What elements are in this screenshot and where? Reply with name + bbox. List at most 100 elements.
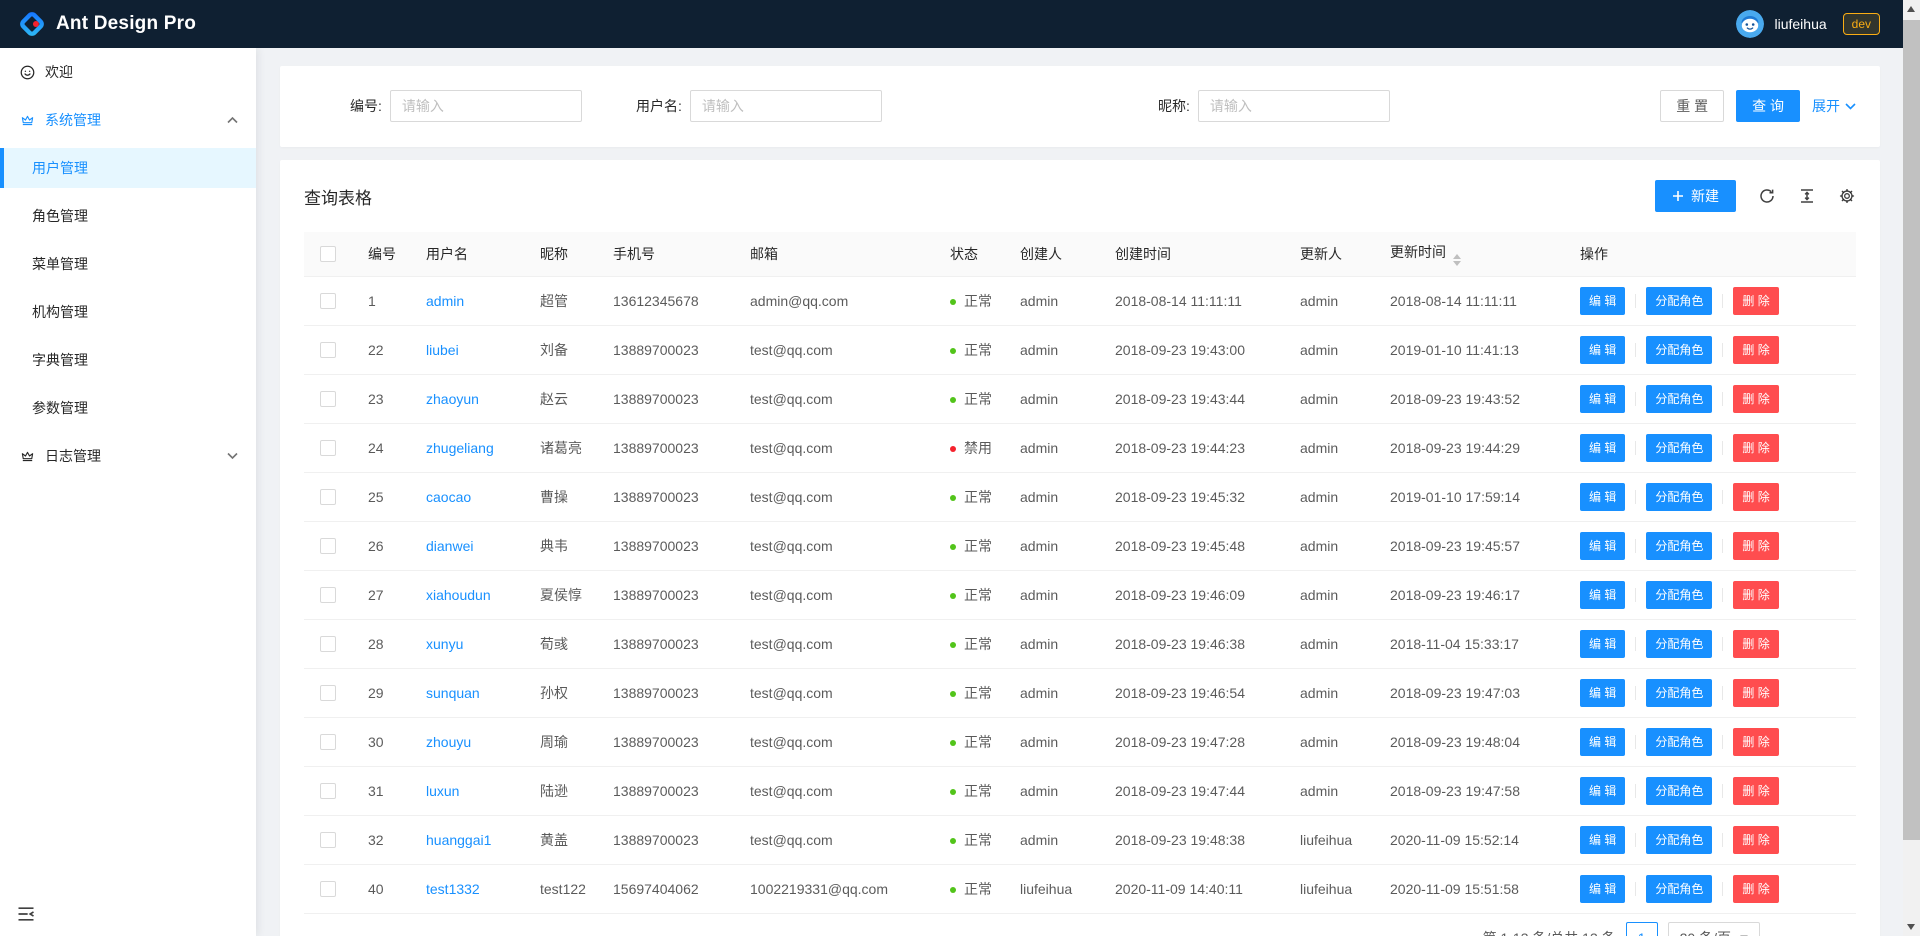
delete-button[interactable]: 删 除 bbox=[1733, 826, 1778, 854]
edit-button[interactable]: 编 辑 bbox=[1580, 532, 1625, 560]
delete-button[interactable]: 删 除 bbox=[1733, 336, 1778, 364]
edit-button[interactable]: 编 辑 bbox=[1580, 679, 1625, 707]
sidebar-item-role-management[interactable]: 角色管理 bbox=[0, 196, 256, 236]
delete-button[interactable]: 删 除 bbox=[1733, 875, 1778, 903]
row-checkbox[interactable] bbox=[320, 685, 336, 701]
cell-updated: 2018-09-23 19:47:03 bbox=[1374, 668, 1564, 717]
delete-button[interactable]: 删 除 bbox=[1733, 777, 1778, 805]
assign-role-button[interactable]: 分配角色 bbox=[1646, 385, 1712, 413]
row-checkbox[interactable] bbox=[320, 587, 336, 603]
expand-label: 展开 bbox=[1812, 96, 1840, 116]
row-checkbox[interactable] bbox=[320, 391, 336, 407]
delete-button[interactable]: 删 除 bbox=[1733, 679, 1778, 707]
assign-role-button[interactable]: 分配角色 bbox=[1646, 777, 1712, 805]
edit-button[interactable]: 编 辑 bbox=[1580, 336, 1625, 364]
delete-button[interactable]: 删 除 bbox=[1733, 434, 1778, 462]
username-link[interactable]: zhugeliang bbox=[426, 440, 494, 456]
row-checkbox[interactable] bbox=[320, 538, 336, 554]
username-link[interactable]: liubei bbox=[426, 342, 459, 358]
username-link[interactable]: xiahoudun bbox=[426, 587, 491, 603]
row-checkbox[interactable] bbox=[320, 342, 336, 358]
user-avatar[interactable] bbox=[1736, 10, 1764, 38]
assign-role-button[interactable]: 分配角色 bbox=[1646, 679, 1712, 707]
delete-button[interactable]: 删 除 bbox=[1733, 630, 1778, 658]
expand-link[interactable]: 展开 bbox=[1812, 96, 1856, 116]
row-checkbox[interactable] bbox=[320, 636, 336, 652]
edit-button[interactable]: 编 辑 bbox=[1580, 826, 1625, 854]
settings-icon[interactable] bbox=[1838, 187, 1856, 205]
row-checkbox[interactable] bbox=[320, 489, 336, 505]
reset-button[interactable]: 重 置 bbox=[1660, 90, 1724, 122]
assign-role-button[interactable]: 分配角色 bbox=[1646, 630, 1712, 658]
cell-nickname: 曹操 bbox=[524, 472, 597, 521]
username-link[interactable]: dianwei bbox=[426, 538, 473, 554]
delete-button[interactable]: 删 除 bbox=[1733, 287, 1778, 315]
row-checkbox[interactable] bbox=[320, 734, 336, 750]
username-link[interactable]: zhouyu bbox=[426, 734, 471, 750]
reload-icon[interactable] bbox=[1758, 187, 1776, 205]
assign-role-button[interactable]: 分配角色 bbox=[1646, 826, 1712, 854]
username-link[interactable]: huanggai1 bbox=[426, 832, 491, 848]
delete-button[interactable]: 删 除 bbox=[1733, 532, 1778, 560]
sidebar-item-log-management[interactable]: 日志管理 bbox=[0, 436, 256, 476]
sidebar-item-welcome[interactable]: 欢迎 bbox=[0, 52, 256, 92]
assign-role-button[interactable]: 分配角色 bbox=[1646, 483, 1712, 511]
nickname-input[interactable] bbox=[1198, 90, 1390, 122]
menu-fold-icon[interactable] bbox=[16, 904, 36, 924]
edit-button[interactable]: 编 辑 bbox=[1580, 777, 1625, 805]
edit-button[interactable]: 编 辑 bbox=[1580, 630, 1625, 658]
row-checkbox[interactable] bbox=[320, 832, 336, 848]
query-button[interactable]: 查 询 bbox=[1736, 90, 1800, 122]
row-checkbox[interactable] bbox=[320, 293, 336, 309]
sort-icon[interactable] bbox=[1453, 254, 1461, 266]
row-checkbox[interactable] bbox=[320, 881, 336, 897]
assign-role-button[interactable]: 分配角色 bbox=[1646, 336, 1712, 364]
delete-button[interactable]: 删 除 bbox=[1733, 483, 1778, 511]
username-link[interactable]: test1332 bbox=[426, 881, 480, 897]
assign-role-button[interactable]: 分配角色 bbox=[1646, 728, 1712, 756]
sidebar-item-org-management[interactable]: 机构管理 bbox=[0, 292, 256, 332]
row-checkbox[interactable] bbox=[320, 783, 336, 799]
density-icon[interactable] bbox=[1798, 187, 1816, 205]
select-all-checkbox[interactable] bbox=[320, 246, 336, 262]
page-1-button[interactable]: 1 bbox=[1626, 922, 1658, 936]
column-header[interactable]: 更新时间 bbox=[1374, 232, 1564, 276]
edit-button[interactable]: 编 辑 bbox=[1580, 287, 1625, 315]
edit-button[interactable]: 编 辑 bbox=[1580, 875, 1625, 903]
logo[interactable]: Ant Design Pro bbox=[18, 10, 196, 38]
scrollbar-thumb[interactable] bbox=[1903, 20, 1920, 840]
edit-button[interactable]: 编 辑 bbox=[1580, 581, 1625, 609]
edit-button[interactable]: 编 辑 bbox=[1580, 385, 1625, 413]
sidebar-item-system-management[interactable]: 系统管理 bbox=[0, 100, 256, 140]
assign-role-button[interactable]: 分配角色 bbox=[1646, 581, 1712, 609]
id-input[interactable] bbox=[390, 90, 582, 122]
new-button[interactable]: 新建 bbox=[1655, 180, 1736, 212]
assign-role-button[interactable]: 分配角色 bbox=[1646, 434, 1712, 462]
sidebar-item-menu-management[interactable]: 菜单管理 bbox=[0, 244, 256, 284]
username-link[interactable]: zhaoyun bbox=[426, 391, 479, 407]
username-input[interactable] bbox=[690, 90, 882, 122]
username-link[interactable]: luxun bbox=[426, 783, 459, 799]
delete-button[interactable]: 删 除 bbox=[1733, 581, 1778, 609]
username-link[interactable]: sunquan bbox=[426, 685, 480, 701]
assign-role-button[interactable]: 分配角色 bbox=[1646, 287, 1712, 315]
assign-role-button[interactable]: 分配角色 bbox=[1646, 532, 1712, 560]
username-link[interactable]: caocao bbox=[426, 489, 471, 505]
sidebar-item-user-management[interactable]: 用户管理 bbox=[0, 148, 256, 188]
username-link[interactable]: xunyu bbox=[426, 636, 463, 652]
username[interactable]: liufeihua bbox=[1774, 16, 1826, 32]
row-checkbox[interactable] bbox=[320, 440, 336, 456]
delete-button[interactable]: 删 除 bbox=[1733, 385, 1778, 413]
scrollbar-down-arrow[interactable] bbox=[1903, 919, 1920, 936]
vertical-scrollbar[interactable] bbox=[1903, 0, 1920, 936]
page-size-select[interactable]: 20 条/页 bbox=[1668, 922, 1760, 936]
scrollbar-up-arrow[interactable] bbox=[1903, 0, 1920, 17]
delete-button[interactable]: 删 除 bbox=[1733, 728, 1778, 756]
sidebar-item-dict-management[interactable]: 字典管理 bbox=[0, 340, 256, 380]
assign-role-button[interactable]: 分配角色 bbox=[1646, 875, 1712, 903]
edit-button[interactable]: 编 辑 bbox=[1580, 434, 1625, 462]
sidebar-item-param-management[interactable]: 参数管理 bbox=[0, 388, 256, 428]
username-link[interactable]: admin bbox=[426, 293, 464, 309]
edit-button[interactable]: 编 辑 bbox=[1580, 483, 1625, 511]
edit-button[interactable]: 编 辑 bbox=[1580, 728, 1625, 756]
